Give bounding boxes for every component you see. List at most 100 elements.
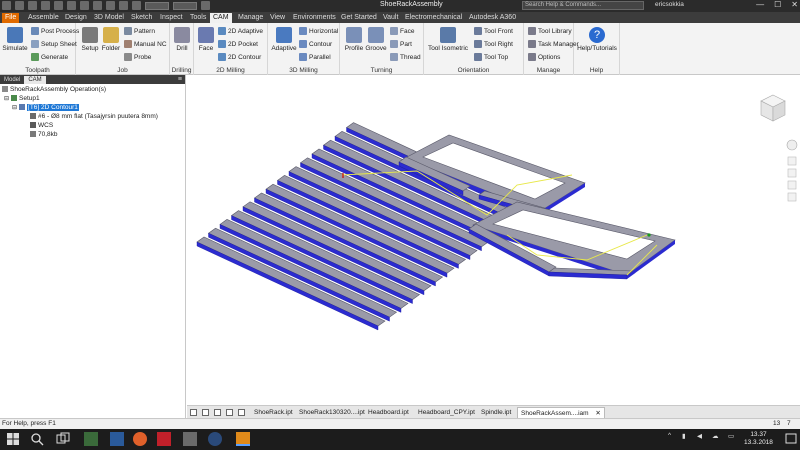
options-button[interactable]: Options <box>528 53 560 61</box>
tool-top-button[interactable]: Tool Top <box>474 53 508 61</box>
cascade-icon[interactable] <box>214 409 221 416</box>
drill-button[interactable]: Drill <box>173 27 191 52</box>
tab-sketch[interactable]: Sketch <box>128 13 155 23</box>
media-player-icon[interactable] <box>84 432 98 446</box>
profile-button[interactable]: Profile <box>343 27 365 52</box>
2d-adaptive-button[interactable]: 2D Adaptive <box>218 27 263 35</box>
task-view-icon[interactable] <box>56 432 70 446</box>
tab-environments[interactable]: Environments <box>290 13 339 23</box>
tab-tools[interactable]: Tools <box>187 13 209 23</box>
arrange-icon[interactable] <box>226 409 233 416</box>
viewcube-icon[interactable] <box>760 93 786 123</box>
material-dropdown[interactable] <box>145 2 169 10</box>
setup-checkbox-icon[interactable] <box>11 95 18 101</box>
windows-start-icon[interactable] <box>6 432 20 446</box>
taskbar-clock[interactable]: 13.37 13.3.2018 <box>744 431 773 447</box>
return-icon[interactable] <box>93 1 102 10</box>
tool-front-button[interactable]: Tool Front <box>474 27 513 35</box>
2d-pocket-button[interactable]: 2D Pocket <box>218 40 258 48</box>
parallel-button[interactable]: Parallel <box>299 53 331 61</box>
face-button[interactable]: Face <box>196 27 216 52</box>
thread-button[interactable]: Thread <box>390 53 421 61</box>
tree-setup[interactable]: ⊟ Setup1 <box>4 94 40 102</box>
firefox-icon[interactable] <box>133 432 147 446</box>
tab-vault[interactable]: Vault <box>380 13 401 23</box>
language-icon[interactable]: ▭ <box>728 432 734 440</box>
doc-tab-shoerack-assembly[interactable]: ShoeRackAssem....iam ✕ <box>517 407 605 418</box>
manual-nc-button[interactable]: Manual NC <box>124 40 167 48</box>
tab-manage[interactable]: Manage <box>235 13 266 23</box>
simulate-button[interactable]: Simulate <box>2 27 28 52</box>
steam-icon[interactable] <box>208 432 222 446</box>
browser-tab-cam[interactable]: CAM <box>24 76 46 84</box>
help-tutorials-button[interactable]: ? Help/Tutorials <box>576 27 618 52</box>
tile-vertical-icon[interactable] <box>190 409 197 416</box>
tool-library-button[interactable]: Tool Library <box>528 27 572 35</box>
netflix-icon[interactable] <box>157 432 171 446</box>
navigation-bar[interactable] <box>786 137 798 217</box>
task-manager-button[interactable]: Task Manager <box>528 40 579 48</box>
doc-tab-headboard-cpy[interactable]: Headboard_CPY.ipt <box>415 407 478 418</box>
post-process-button[interactable]: Post Process <box>31 27 79 35</box>
maximize-button[interactable]: ☐ <box>774 0 781 9</box>
document-list-icon[interactable] <box>238 409 245 416</box>
tree-operation[interactable]: ⊟ [T6] 2D Contour1 <box>12 103 79 111</box>
app-menu-icon[interactable] <box>2 1 11 10</box>
graphics-viewport[interactable] <box>187 75 800 405</box>
browser-tab-model[interactable]: Model <box>0 76 24 84</box>
tab-cam[interactable]: CAM <box>210 13 232 23</box>
tool-isometric-button[interactable]: Tool Isometric <box>427 27 469 52</box>
tab-inspect[interactable]: Inspect <box>157 13 186 23</box>
doc-tab-spindle[interactable]: Spindle.ipt <box>478 407 514 418</box>
folder-button[interactable]: Folder <box>101 27 121 52</box>
tab-file[interactable]: File <box>2 13 20 23</box>
tab-assemble[interactable]: Assemble <box>25 13 62 23</box>
store-icon[interactable] <box>110 432 124 446</box>
tree-file-size[interactable]: 70,8kb <box>30 130 58 138</box>
adaptive-button[interactable]: Adaptive <box>270 27 298 52</box>
notifications-icon[interactable] <box>784 432 798 446</box>
inventor-icon[interactable] <box>236 432 250 446</box>
tab-autodesk-a360[interactable]: Autodesk A360 <box>466 13 519 23</box>
tab-3d-model[interactable]: 3D Model <box>91 13 127 23</box>
collapse-icon[interactable]: ⊟ <box>12 104 17 111</box>
close-button[interactable]: ✕ <box>791 0 798 9</box>
new-file-icon[interactable] <box>15 1 24 10</box>
volume-icon[interactable]: ◀ <box>697 432 702 440</box>
part-button[interactable]: Part <box>390 40 412 48</box>
tab-view[interactable]: View <box>267 13 288 23</box>
tree-root[interactable]: ShoeRackAssembly Operation(s) <box>2 85 106 93</box>
update-icon[interactable] <box>106 1 115 10</box>
tab-design[interactable]: Design <box>62 13 90 23</box>
horizontal-button[interactable]: Horizontal <box>299 27 338 35</box>
select-icon[interactable] <box>119 1 128 10</box>
close-tab-icon[interactable]: ✕ <box>595 410 600 417</box>
tile-horizontal-icon[interactable] <box>202 409 209 416</box>
setup-button[interactable]: Setup <box>79 27 101 52</box>
appearance-dropdown[interactable] <box>173 2 197 10</box>
fx-icon[interactable] <box>201 1 210 10</box>
onedrive-icon[interactable]: ☁ <box>712 432 719 440</box>
generate-button[interactable]: Generate <box>31 53 68 61</box>
doc-tab-shoerack[interactable]: ShoeRack.ipt <box>251 407 296 418</box>
pattern-button[interactable]: Pattern <box>124 27 155 35</box>
tree-wcs[interactable]: WCS <box>30 121 53 129</box>
contour-button[interactable]: Contour <box>299 40 332 48</box>
collapse-icon[interactable]: ⊟ <box>4 95 9 102</box>
redo-icon[interactable] <box>67 1 76 10</box>
undo-icon[interactable] <box>54 1 63 10</box>
app-icon[interactable] <box>183 432 197 446</box>
doc-tab-shoerack-copy[interactable]: ShoeRack130320....ipt <box>296 407 368 418</box>
minimize-button[interactable]: — <box>756 0 764 9</box>
tree-tool[interactable]: #6 - Ø8 mm flat (Tasajyrsin puutera 8mm) <box>30 112 158 120</box>
measure-icon[interactable] <box>132 1 141 10</box>
tab-get-started[interactable]: Get Started <box>338 13 380 23</box>
3d-scene[interactable] <box>187 75 800 405</box>
browser-menu-icon[interactable]: ≡ <box>178 76 185 84</box>
help-search-input[interactable]: Search Help & Commands... <box>522 1 644 10</box>
groove-button[interactable]: Groove <box>365 27 387 52</box>
search-icon[interactable] <box>30 432 44 446</box>
probe-button[interactable]: Probe <box>124 53 151 61</box>
setup-sheet-button[interactable]: Setup Sheet <box>31 40 77 48</box>
doc-tab-headboard[interactable]: Headboard.ipt <box>365 407 412 418</box>
